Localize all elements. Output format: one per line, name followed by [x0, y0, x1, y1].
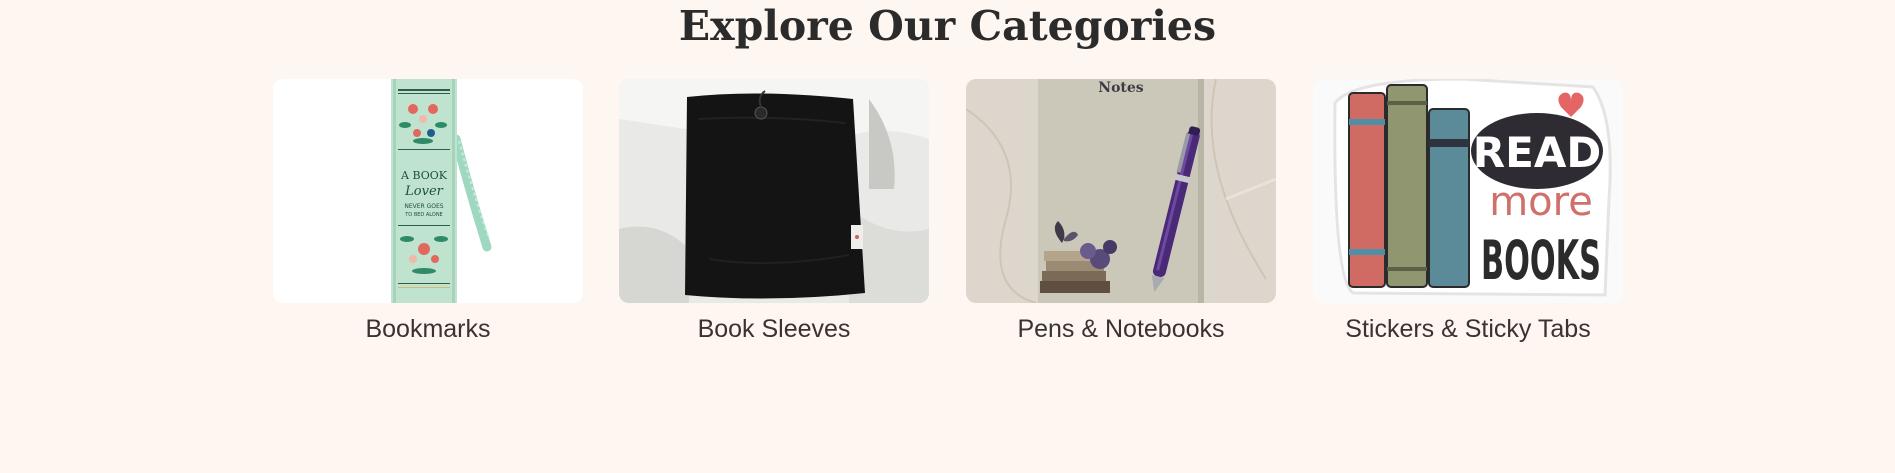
notebook-image[interactable]: Notes	[966, 79, 1276, 303]
bookmark-text-line-1: A BOOK	[400, 169, 448, 182]
bookmark-text-line-4: TO BED ALONE	[404, 212, 442, 218]
category-card-book-sleeves[interactable]: Book Sleeves	[619, 79, 929, 349]
category-card-bookmarks[interactable]: A BOOK Lover NEVER GOES TO BED ALONE Boo…	[273, 79, 583, 349]
notepad-title: Notes	[1098, 80, 1144, 96]
category-label[interactable]: Stickers & Sticky Tabs	[1313, 313, 1623, 345]
bookmark-image[interactable]: A BOOK Lover NEVER GOES TO BED ALONE	[273, 79, 583, 303]
book-sleeve-image[interactable]	[619, 79, 929, 303]
sticker-image[interactable]: READ more BOOKS	[1313, 79, 1623, 303]
category-card-stickers[interactable]: READ more BOOKS Stickers & Sticky Tabs	[1313, 79, 1623, 349]
category-card-pens-notebooks[interactable]: Notes Pens & Notebooks	[966, 79, 1276, 349]
bookmark-text-line-3: NEVER GOES	[404, 203, 443, 210]
category-label[interactable]: Book Sleeves	[619, 313, 929, 345]
category-label[interactable]: Pens & Notebooks	[966, 313, 1276, 345]
category-grid: A BOOK Lover NEVER GOES TO BED ALONE Boo…	[273, 79, 1623, 349]
sticker-text-read: READ	[1473, 128, 1601, 177]
category-label[interactable]: Bookmarks	[273, 313, 583, 345]
sticker-text-books: BOOKS	[1481, 229, 1601, 292]
sticker-text-more: more	[1489, 179, 1593, 225]
section-title: Explore Our Categories	[678, 2, 1217, 50]
categories-page: Explore Our Categories A BOOK Lover NEVE…	[0, 0, 1895, 473]
bookmark-text-line-2: Lover	[404, 184, 443, 199]
